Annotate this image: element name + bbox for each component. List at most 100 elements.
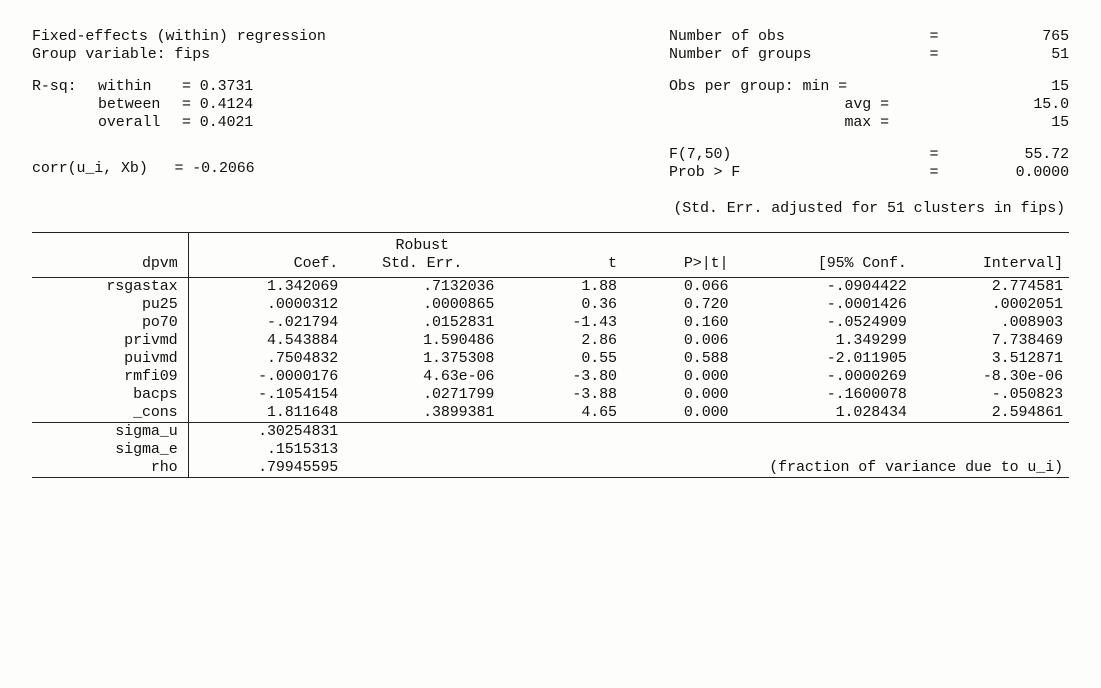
var-name: bacps (32, 386, 188, 404)
rho-note: (fraction of variance due to u_i) (344, 459, 1069, 478)
p-value: 0.000 (623, 386, 735, 404)
table-row: rmfi09-.00001764.63e-06-3.800.000-.00002… (32, 368, 1069, 386)
stderr-value: 1.375308 (344, 350, 500, 368)
coef-value: -.021794 (188, 314, 344, 332)
table-row: puivmd.75048321.3753080.550.588-2.011905… (32, 350, 1069, 368)
var-name: rmfi09 (32, 368, 188, 386)
probf-label: Prob > F (669, 164, 740, 181)
p-value: 0.588 (623, 350, 735, 368)
sigma-u-v: .30254831 (188, 423, 344, 442)
t-value: 4.65 (500, 404, 623, 423)
rsq-label: R-sq: (32, 78, 98, 96)
var-name: pu25 (32, 296, 188, 314)
rho-v: .79945595 (188, 459, 344, 478)
sigma-e-k: sigma_e (32, 441, 188, 459)
table-row: rsgastax1.342069.71320361.880.066-.09044… (32, 278, 1069, 297)
hdr-coef: Coef. (188, 255, 344, 278)
opg-label: Obs per group: (669, 78, 794, 95)
table-row: bacps-.1054154.0271799-3.880.000-.160007… (32, 386, 1069, 404)
hdr-stderr: Std. Err. (344, 255, 500, 278)
p-value: 0.720 (623, 296, 735, 314)
coef-value: -.0000176 (188, 368, 344, 386)
ci-low: 1.349299 (734, 332, 912, 350)
stderr-value: .0000865 (344, 296, 500, 314)
hdr-t: t (500, 255, 623, 278)
ci-high: -8.30e-06 (913, 368, 1069, 386)
regression-table: Robust dpvm Coef. Std. Err. t P>|t| [95%… (32, 232, 1069, 478)
stderr-value: 1.590486 (344, 332, 500, 350)
p-value: 0.000 (623, 404, 735, 423)
opg-max-v: 15 (979, 114, 1069, 132)
ci-low: -.0001426 (734, 296, 912, 314)
group-variable: Group variable: fips (32, 46, 326, 64)
sigma-e-v: .1515313 (188, 441, 344, 459)
corr-label: corr(u_i, Xb) (32, 160, 148, 177)
t-value: -3.88 (500, 386, 623, 404)
stderr-value: .0152831 (344, 314, 500, 332)
ci-high: 2.774581 (913, 278, 1069, 297)
hdr-robust: Robust (344, 233, 500, 256)
coef-value: 4.543884 (188, 332, 344, 350)
var-name: po70 (32, 314, 188, 332)
opg-avg-k: avg = (844, 96, 889, 113)
ci-low: -.0524909 (734, 314, 912, 332)
rsq-within-v: = 0.3731 (182, 78, 253, 95)
ci-high: 7.738469 (913, 332, 1069, 350)
coef-value: .7504832 (188, 350, 344, 368)
coef-value: -.1054154 (188, 386, 344, 404)
table-row: po70-.021794.0152831-1.430.160-.0524909.… (32, 314, 1069, 332)
opg-min-k: min = (803, 78, 848, 95)
opg-min-v: 15 (979, 78, 1069, 96)
p-value: 0.000 (623, 368, 735, 386)
ci-high: .008903 (913, 314, 1069, 332)
ci-high: -.050823 (913, 386, 1069, 404)
t-value: 1.88 (500, 278, 623, 297)
opg-avg-v: 15.0 (979, 96, 1069, 114)
var-name: privmd (32, 332, 188, 350)
rsq-within-k: within (98, 78, 182, 96)
t-value: 0.36 (500, 296, 623, 314)
p-value: 0.066 (623, 278, 735, 297)
ci-high: 3.512871 (913, 350, 1069, 368)
sigma-u-k: sigma_u (32, 423, 188, 442)
stderr-value: .0271799 (344, 386, 500, 404)
hdr-p: P>|t| (623, 255, 735, 278)
stderr-value: .7132036 (344, 278, 500, 297)
corr-value: = -0.2066 (174, 160, 254, 177)
ci-high: 2.594861 (913, 404, 1069, 423)
regression-header: Fixed-effects (within) regression Group … (32, 28, 1069, 218)
hdr-ci-hi: Interval] (913, 255, 1069, 278)
ci-high: .0002051 (913, 296, 1069, 314)
p-value: 0.006 (623, 332, 735, 350)
cluster-adjust-note: (Std. Err. adjusted for 51 clusters in f… (32, 200, 1069, 218)
probf-value: 0.0000 (979, 164, 1069, 182)
ci-low: 1.028434 (734, 404, 912, 423)
coef-value: .0000312 (188, 296, 344, 314)
coef-value: 1.342069 (188, 278, 344, 297)
depvar-header: dpvm (32, 255, 188, 278)
nobs-value: 765 (979, 28, 1069, 46)
var-name: puivmd (32, 350, 188, 368)
coef-value: 1.811648 (188, 404, 344, 423)
ci-low: -2.011905 (734, 350, 912, 368)
table-row: privmd4.5438841.5904862.860.0061.3492997… (32, 332, 1069, 350)
t-value: 0.55 (500, 350, 623, 368)
t-value: -1.43 (500, 314, 623, 332)
ci-low: -.0904422 (734, 278, 912, 297)
rsq-between-v: = 0.4124 (182, 96, 253, 113)
regression-title: Fixed-effects (within) regression (32, 28, 326, 46)
fstat-value: 55.72 (979, 146, 1069, 164)
fstat-label: F(7,50) (669, 146, 731, 163)
t-value: 2.86 (500, 332, 623, 350)
table-row: _cons1.811648.38993814.650.0001.0284342.… (32, 404, 1069, 423)
ci-low: -.0000269 (734, 368, 912, 386)
opg-max-k: max = (844, 114, 889, 131)
rsq-overall-v: = 0.4021 (182, 114, 253, 131)
ngroups-label: Number of groups (669, 46, 811, 63)
rsq-overall-k: overall (98, 114, 182, 132)
stderr-value: .3899381 (344, 404, 500, 423)
table-row: pu25.0000312.00008650.360.720-.0001426.0… (32, 296, 1069, 314)
p-value: 0.160 (623, 314, 735, 332)
nobs-label: Number of obs (669, 28, 785, 45)
var-name: rsgastax (32, 278, 188, 297)
